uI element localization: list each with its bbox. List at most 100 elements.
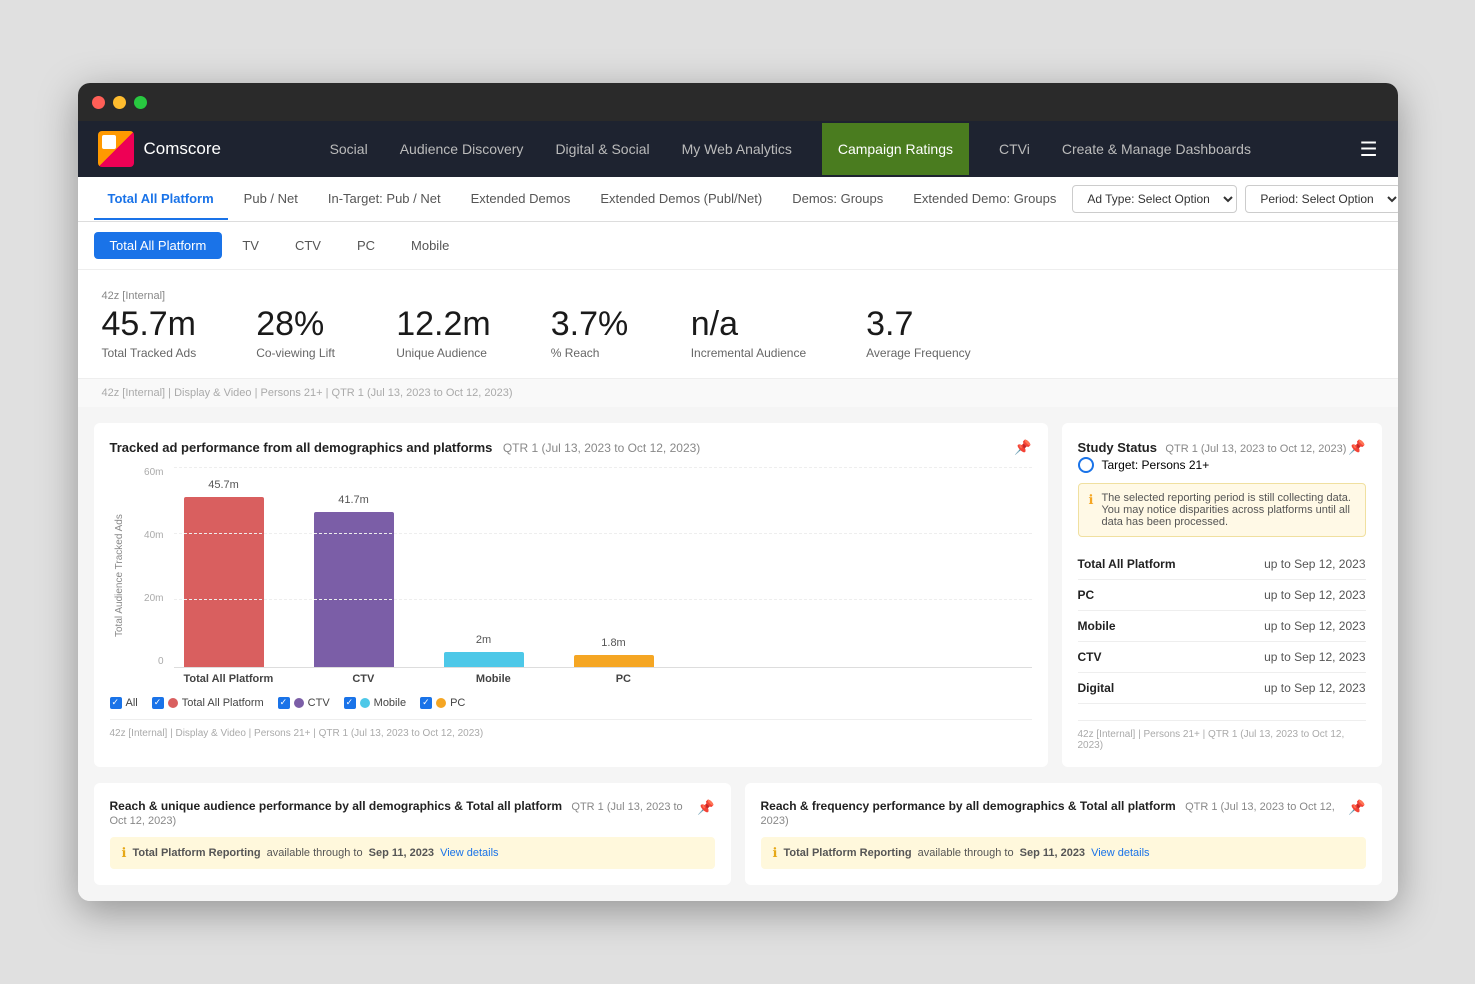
nav-create-dashboards[interactable]: Create & Manage Dashboards — [1060, 123, 1253, 175]
metric-reach: 3.7% % Reach — [551, 306, 631, 359]
legend-mobile[interactable]: Mobile — [344, 697, 406, 709]
status-val-ctv: up to Sep 12, 2023 — [1264, 650, 1365, 664]
maximize-button[interactable] — [134, 96, 147, 109]
nav-ctvi[interactable]: CTVi — [997, 123, 1032, 175]
tab-total-all-platform[interactable]: Total All Platform — [94, 179, 228, 220]
legend-checkbox-all[interactable] — [110, 697, 122, 709]
study-header: Study Status QTR 1 (Jul 13, 2023 to Oct … — [1078, 439, 1366, 457]
status-row-digital: Digital up to Sep 12, 2023 — [1078, 673, 1366, 704]
x-axis-labels: Total All Platform CTV Mobile PC — [174, 667, 1032, 685]
info-icon-left: ℹ — [122, 845, 127, 861]
y-tick-40: 40m — [144, 530, 163, 541]
legend-checkbox-pc[interactable] — [420, 697, 432, 709]
legend-total-all-platform[interactable]: Total All Platform — [152, 697, 264, 709]
chart-legend: All Total All Platform CTV Mobile — [110, 697, 1032, 709]
status-label-tap: Total All Platform — [1078, 557, 1176, 571]
metric-name-tracked-ads: Total Tracked Ads — [102, 346, 197, 360]
bars-row: 45.7m 41.7m 2m — [174, 467, 1032, 667]
banner-prefix-right: Total Platform Reporting — [783, 847, 911, 859]
subtab-pc[interactable]: PC — [341, 232, 391, 259]
chart-body: 60m 40m 20m 0 — [130, 467, 1032, 685]
subtab-tv[interactable]: TV — [226, 232, 275, 259]
hamburger-menu[interactable]: ☰ — [1360, 137, 1378, 162]
ad-type-select[interactable]: Ad Type: Select Option — [1072, 185, 1237, 213]
bottom-right-banner: ℹ Total Platform Reporting available thr… — [761, 837, 1366, 869]
legend-checkbox-ctv[interactable] — [278, 697, 290, 709]
legend-checkbox-mobile[interactable] — [344, 697, 356, 709]
metric-name-reach: % Reach — [551, 346, 631, 360]
brand-icon — [98, 131, 134, 167]
legend-dot-pc — [436, 698, 446, 708]
metric-total-tracked-ads: 45.7m Total Tracked Ads — [102, 306, 197, 359]
study-target-label: Target: Persons 21+ — [1102, 458, 1210, 472]
tab-pub-net[interactable]: Pub / Net — [230, 179, 312, 220]
legend-label-mobile: Mobile — [374, 697, 406, 709]
period-select[interactable]: Period: Select Option — [1245, 185, 1397, 213]
status-label-ctv: CTV — [1078, 650, 1102, 664]
subtabs: Total All Platform TV CTV PC Mobile — [78, 222, 1398, 270]
nav-web-analytics[interactable]: My Web Analytics — [680, 123, 794, 175]
nav-digital-social[interactable]: Digital & Social — [553, 123, 651, 175]
legend-dot-tap — [168, 698, 178, 708]
circle-icon — [1078, 457, 1094, 473]
tab-extended-demos[interactable]: Extended Demos — [457, 179, 585, 220]
bar-1 — [184, 497, 264, 667]
status-val-pc: up to Sep 12, 2023 — [1264, 588, 1365, 602]
window-controls — [92, 96, 147, 109]
metric-name-unique-audience: Unique Audience — [396, 346, 491, 360]
x-label-1: Total All Platform — [184, 673, 274, 685]
subtab-total-all-platform[interactable]: Total All Platform — [94, 232, 223, 259]
nav-audience-discovery[interactable]: Audience Discovery — [398, 123, 526, 175]
status-row-mobile: Mobile up to Sep 12, 2023 — [1078, 611, 1366, 642]
bottom-right-pin[interactable]: 📌 — [1348, 799, 1365, 816]
alert-icon: ℹ — [1089, 492, 1094, 508]
tabs-bar: Total All Platform Pub / Net In-Target: … — [78, 177, 1398, 222]
legend-checkbox-tap[interactable] — [152, 697, 164, 709]
bottom-row: Reach & unique audience performance by a… — [78, 783, 1398, 901]
status-row-tap: Total All Platform up to Sep 12, 2023 — [1078, 549, 1366, 580]
study-period: QTR 1 (Jul 13, 2023 to Oct 12, 2023) — [1165, 443, 1346, 455]
y-tick-0: 0 — [158, 656, 164, 667]
subtab-mobile[interactable]: Mobile — [395, 232, 465, 259]
bar-mobile: 2m — [444, 634, 524, 667]
study-status-card: Study Status QTR 1 (Jul 13, 2023 to Oct … — [1062, 423, 1382, 767]
tab-extended-demo-groups[interactable]: Extended Demo: Groups — [899, 179, 1070, 220]
legend-all[interactable]: All — [110, 697, 138, 709]
close-button[interactable] — [92, 96, 105, 109]
legend-ctv[interactable]: CTV — [278, 697, 330, 709]
main-chart-card: Tracked ad performance from all demograp… — [94, 423, 1048, 767]
metric-coviewing-lift: 28% Co-viewing Lift — [256, 306, 336, 359]
metric-name-coviewing: Co-viewing Lift — [256, 346, 336, 360]
metric-name-incremental: Incremental Audience — [691, 346, 806, 360]
subtab-ctv[interactable]: CTV — [279, 232, 337, 259]
banner-text-right: available through to — [918, 847, 1014, 859]
view-details-left[interactable]: View details — [440, 847, 499, 859]
study-pin-icon[interactable]: 📌 — [1348, 439, 1365, 456]
legend-label-ctv: CTV — [308, 697, 330, 709]
bar-label-top-1: 45.7m — [208, 479, 239, 491]
tab-demos-groups[interactable]: Demos: Groups — [778, 179, 897, 220]
metric-value-incremental: n/a — [691, 306, 806, 343]
chart-footnote: 42z [Internal] | Display & Video | Perso… — [110, 719, 1032, 739]
status-row-pc: PC up to Sep 12, 2023 — [1078, 580, 1366, 611]
tab-in-target[interactable]: In-Target: Pub / Net — [314, 179, 455, 220]
titlebar — [78, 83, 1398, 121]
status-row-ctv: CTV up to Sep 12, 2023 — [1078, 642, 1366, 673]
bottom-right-card: Reach & frequency performance by all dem… — [745, 783, 1382, 885]
chart-pin-icon[interactable]: 📌 — [1014, 439, 1031, 456]
bar-chart-container: Total Audience Tracked Ads 60m 40m 20m 0 — [110, 467, 1032, 685]
bottom-left-header: Reach & unique audience performance by a… — [110, 799, 715, 837]
alert-text: The selected reporting period is still c… — [1101, 492, 1354, 528]
metric-name-avg-freq: Average Frequency — [866, 346, 971, 360]
legend-pc[interactable]: PC — [420, 697, 465, 709]
bottom-left-pin[interactable]: 📌 — [697, 799, 714, 816]
nav-social[interactable]: Social — [328, 123, 370, 175]
minimize-button[interactable] — [113, 96, 126, 109]
charts-row: Tracked ad performance from all demograp… — [78, 407, 1398, 783]
bottom-right-title: Reach & frequency performance by all dem… — [761, 799, 1349, 827]
metric-value-coviewing: 28% — [256, 306, 336, 343]
tab-extended-demos-publ[interactable]: Extended Demos (Publ/Net) — [586, 179, 776, 220]
legend-label-pc: PC — [450, 697, 465, 709]
view-details-right[interactable]: View details — [1091, 847, 1150, 859]
nav-campaign-ratings[interactable]: Campaign Ratings — [822, 123, 969, 175]
